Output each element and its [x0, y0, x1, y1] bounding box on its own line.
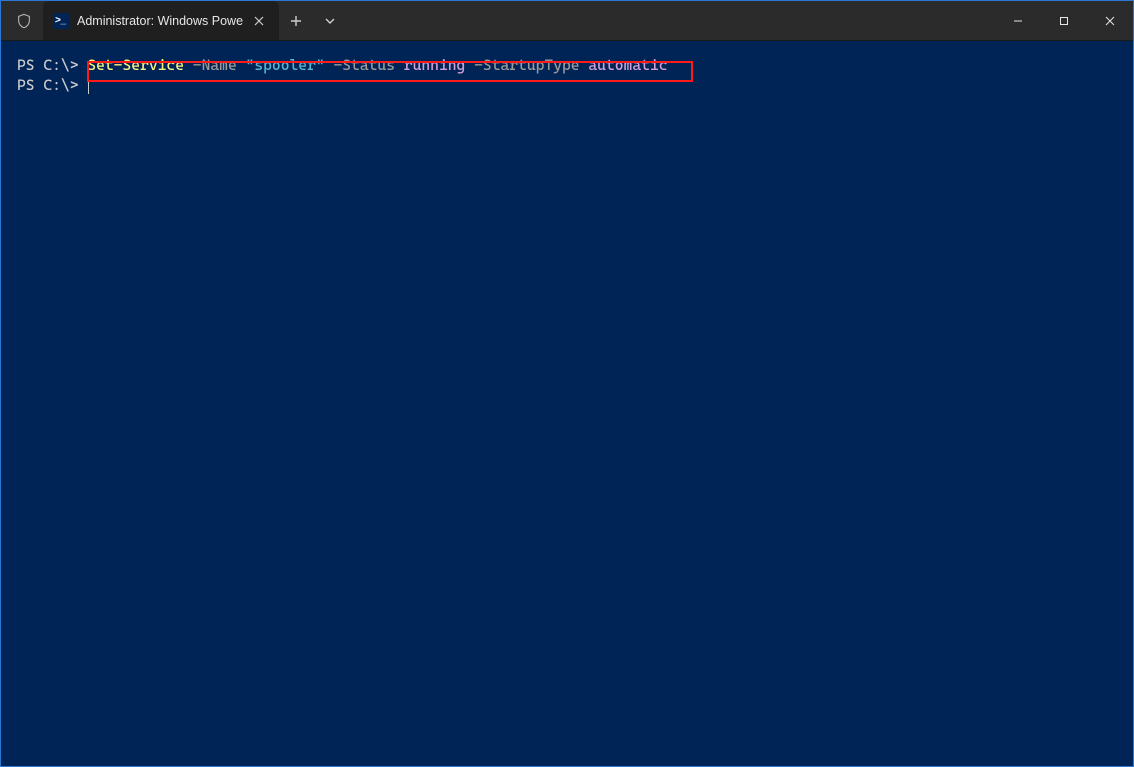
- terminal-line: PS C:\>: [17, 75, 1117, 95]
- token-param: -Name: [193, 56, 237, 74]
- prompt: PS C:\>: [17, 56, 87, 74]
- minimize-button[interactable]: [995, 1, 1041, 41]
- new-tab-button[interactable]: [279, 15, 313, 27]
- titlebar[interactable]: >_ Administrator: Windows Powe: [1, 1, 1133, 41]
- titlebar-drag-area[interactable]: [347, 1, 995, 40]
- token-string: "spooler": [246, 56, 325, 74]
- token-plain: [184, 56, 193, 74]
- token-plain: [465, 56, 474, 74]
- tab-dropdown-button[interactable]: [313, 15, 347, 27]
- token-param: -StartupType: [474, 56, 579, 74]
- window-controls: [995, 1, 1133, 40]
- maximize-button[interactable]: [1041, 1, 1087, 41]
- tab-title: Administrator: Windows Powe: [77, 14, 243, 28]
- token-plain: [395, 56, 404, 74]
- powershell-icon: >_: [53, 13, 69, 29]
- shield-icon: [15, 12, 33, 30]
- terminal-window: >_ Administrator: Windows Powe: [0, 0, 1134, 767]
- cursor: [88, 78, 89, 94]
- prompt: PS C:\>: [17, 76, 87, 94]
- terminal-line: PS C:\> Set-Service -Name "spooler" -Sta…: [17, 55, 1117, 75]
- token-plain: [237, 56, 246, 74]
- titlebar-left: >_ Administrator: Windows Powe: [1, 1, 347, 40]
- tab-close-button[interactable]: [249, 11, 269, 31]
- token-arg: running: [404, 56, 466, 74]
- token-param: -Status: [333, 56, 395, 74]
- token-cmdlet: Set-Service: [87, 56, 184, 74]
- close-button[interactable]: [1087, 1, 1133, 41]
- active-tab[interactable]: >_ Administrator: Windows Powe: [43, 1, 279, 40]
- terminal-body[interactable]: PS C:\> Set-Service -Name "spooler" -Sta…: [1, 41, 1133, 766]
- token-arg: automatic: [588, 56, 667, 74]
